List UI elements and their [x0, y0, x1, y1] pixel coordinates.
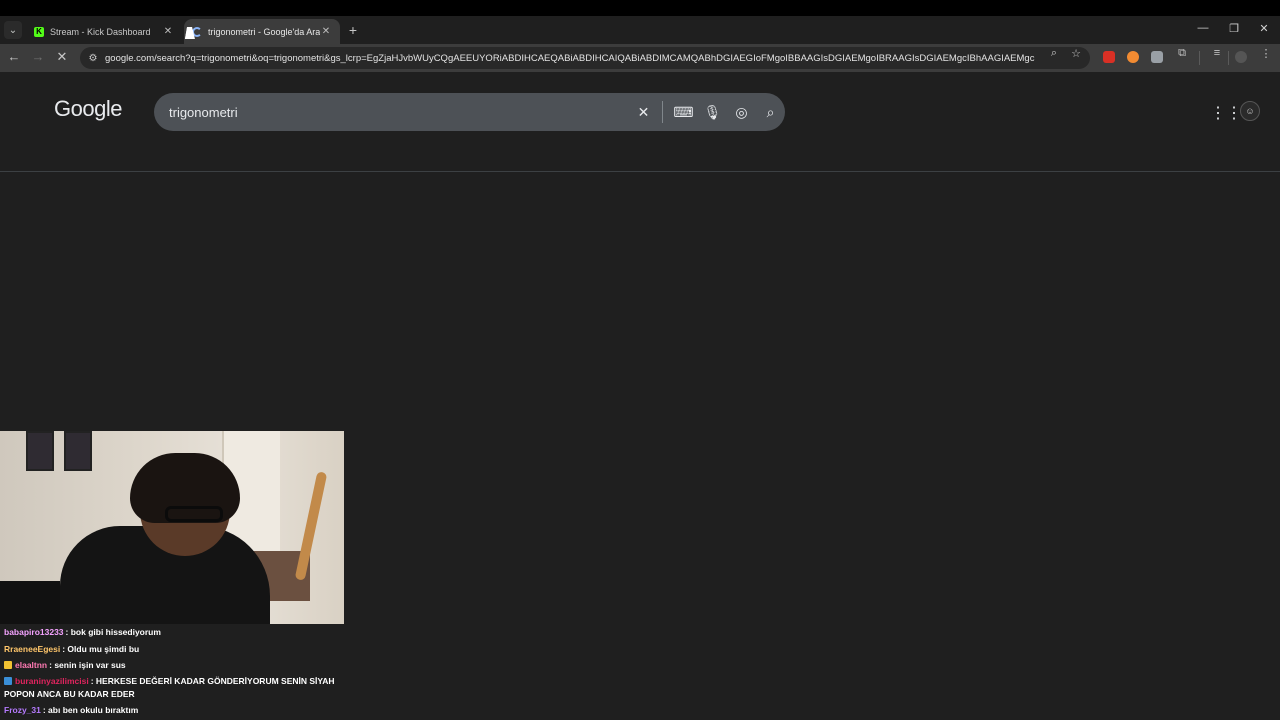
extension-gray-icon[interactable] — [1151, 51, 1163, 63]
site-info-icon[interactable]: ⚙ — [86, 53, 100, 64]
moderator-badge-icon — [4, 676, 12, 685]
chat-text: : abı ben okulu bıraktım — [42, 704, 139, 715]
new-tab-icon[interactable]: + — [346, 22, 360, 38]
extensions-puzzle-icon[interactable]: ⧉ — [1175, 47, 1189, 60]
chat-username: buraninyazilimcisi — [15, 675, 89, 686]
webcam-overlay — [0, 431, 344, 624]
clear-icon[interactable]: ✕ — [629, 104, 658, 121]
tab-google-search[interactable]: trigonometri - Google'da Ara ✕ — [184, 19, 340, 44]
keyboard-icon[interactable]: ⌨ — [669, 104, 698, 121]
url-text[interactable]: google.com/search?q=trigonometri&oq=trig… — [105, 53, 1035, 64]
chat-overlay: babapiro13233: bok gibi hissediyorum Rra… — [0, 624, 344, 720]
media-control-icon[interactable]: ≡ — [1210, 47, 1224, 59]
tab-close-icon[interactable]: ✕ — [162, 26, 174, 37]
chat-text: : Oldu mu şimdi bu — [62, 643, 140, 654]
menu-kebab-icon[interactable]: ⋮ — [1259, 47, 1273, 60]
chat-message: buraninyazilimcisi: HERKESE DEĞERİ KADAR… — [0, 674, 344, 702]
chat-message: babapiro13233: bok gibi hissediyorum — [0, 624, 344, 641]
minimize-icon[interactable]: — — [1196, 22, 1210, 34]
back-icon[interactable]: ← — [6, 49, 22, 64]
apps-grid-icon[interactable]: ⋮⋮ — [1210, 103, 1242, 123]
chat-text: : bok gibi hissediyorum — [65, 627, 161, 637]
chat-message: RraeneeEgesi: Oldu mu şimdi bu — [0, 641, 344, 658]
toolbar-divider — [1228, 51, 1229, 65]
chat-username: RraeneeEgesi — [4, 643, 61, 654]
chat-message: Frozy_31: abı ben okulu bıraktım — [0, 702, 344, 719]
subscriber-badge-icon — [4, 661, 12, 669]
google-logo[interactable]: Google — [54, 96, 122, 122]
restore-icon[interactable]: ❐ — [1227, 22, 1241, 35]
profile-avatar-icon[interactable] — [1235, 51, 1247, 63]
chat-message: elaaltnn: senin işin var sus — [0, 657, 344, 674]
wall-poster — [64, 431, 92, 471]
address-bar[interactable]: ⚙ google.com/search?q=trigonometri&oq=tr… — [80, 47, 1090, 69]
camera-lens-icon[interactable]: ◎ — [727, 104, 756, 121]
microphone-icon[interactable]: 🎙 — [698, 104, 727, 121]
forward-icon[interactable]: → — [30, 49, 46, 64]
tab-title: trigonometri - Google'da Ara — [208, 26, 320, 37]
guitar — [294, 471, 328, 581]
browser-toolbar: ← → ✕ ⚙ google.com/search?q=trigonometri… — [0, 44, 1280, 72]
streamer-glasses — [165, 506, 223, 522]
mouse-cursor-icon — [184, 27, 198, 39]
search-icon[interactable]: ⌕ — [756, 104, 785, 121]
search-input[interactable]: trigonometri — [169, 105, 629, 120]
chat-username: elaaltnn — [15, 660, 48, 670]
wall-poster — [26, 431, 54, 471]
toolbar-divider — [1199, 51, 1200, 65]
tab-title: Stream - Kick Dashboard — [50, 26, 151, 37]
screen-top-strip — [0, 0, 1280, 16]
account-avatar[interactable]: ☺ — [1240, 101, 1260, 121]
stop-loading-icon[interactable]: ✕ — [54, 49, 70, 65]
bookmark-star-icon[interactable]: ☆ — [1069, 47, 1083, 60]
google-header: Google trigonometri ✕ ⌨ 🎙 ◎ ⌕ ⋮⋮ ☺ — [0, 72, 1280, 172]
zoom-icon[interactable]: ⌕ — [1047, 47, 1061, 60]
kick-icon: K — [34, 26, 44, 37]
extension-orange-icon[interactable] — [1127, 51, 1139, 63]
chat-text: : senin işin var sus — [49, 660, 126, 670]
microphone-arm — [0, 581, 60, 624]
extension-red-icon[interactable] — [1103, 51, 1115, 63]
tab-close-icon[interactable]: ✕ — [320, 26, 332, 37]
chat-username: babapiro13233 — [4, 627, 64, 637]
close-window-icon[interactable]: ✕ — [1257, 22, 1271, 35]
search-box[interactable]: trigonometri ✕ ⌨ 🎙 ◎ ⌕ — [154, 93, 785, 131]
chat-username: Frozy_31 — [4, 704, 41, 715]
tab-kick-dashboard[interactable]: K Stream - Kick Dashboard ✕ — [26, 19, 182, 44]
search-divider — [662, 101, 663, 123]
tab-search-icon[interactable]: ⌄ — [4, 21, 22, 39]
